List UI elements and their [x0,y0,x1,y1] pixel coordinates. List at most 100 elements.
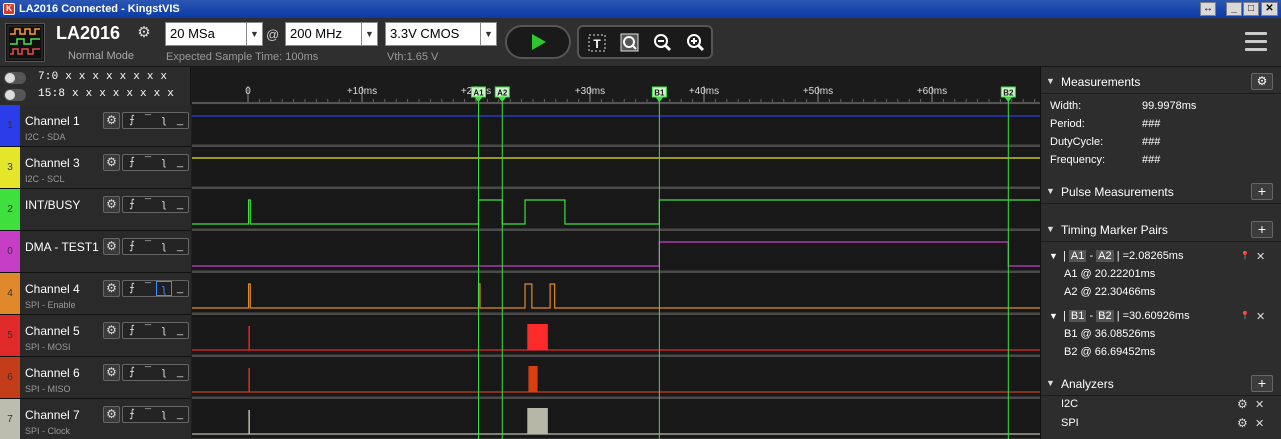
rising-edge-trigger-icon[interactable]: ⨍ [124,407,140,422]
high-level-trigger-icon[interactable]: ¯ [140,407,156,422]
channel-row[interactable]: 6 Channel 6 SPI - MISO ⚙ ⨍ ¯ ʅ _ [0,357,191,399]
low-level-trigger-icon[interactable]: _ [172,407,188,422]
rising-edge-trigger-icon[interactable]: ⨍ [124,239,140,254]
channel-color-tab[interactable]: 5 [0,315,20,356]
low-level-trigger-icon[interactable]: _ [172,155,188,170]
channel-settings-gear-icon[interactable]: ⚙ [103,322,120,339]
measurements-gear-icon[interactable]: ⚙ [1251,73,1273,90]
channel-settings-gear-icon[interactable]: ⚙ [103,154,120,171]
falling-edge-trigger-icon[interactable]: ʅ [156,365,172,380]
bus-toggle[interactable] [4,72,26,84]
marker-pair-row[interactable]: ▼ | B1 - B2 | =30.60926ms 📍 ✕ [1049,309,1279,327]
channel-settings-gear-icon[interactable]: ⚙ [103,196,120,213]
sample-rate-select[interactable]: 200 MHz ▼ [285,22,378,46]
pin-icon[interactable]: 📍 [1240,251,1250,260]
channel-name[interactable]: Channel 4 [25,282,80,296]
marker-pair-row[interactable]: ▼ | A1 - A2 | =2.08265ms 📍 ✕ [1049,249,1279,267]
remove-pair-icon[interactable]: ✕ [1256,250,1265,263]
waveform-area[interactable]: 0+10ms+20ms+30ms+40ms+50ms+60msA1A2B1B2 [192,67,1040,439]
falling-edge-trigger-icon[interactable]: ʅ [156,323,172,338]
start-button[interactable] [505,25,571,59]
high-level-trigger-icon[interactable]: ¯ [140,155,156,170]
high-level-trigger-icon[interactable]: ¯ [140,239,156,254]
falling-edge-trigger-icon[interactable]: ʅ [156,113,172,128]
low-level-trigger-icon[interactable]: _ [172,113,188,128]
falling-edge-trigger-icon[interactable]: ʅ [156,407,172,422]
low-level-trigger-icon[interactable]: _ [172,239,188,254]
collapse-triangle-icon[interactable]: ▼ [1049,251,1058,261]
measurements-header[interactable]: ▼ Measurements ⚙ [1041,70,1281,94]
analyzer-settings-gear-icon[interactable]: ⚙ [1237,397,1248,411]
channel-row[interactable]: 2 INT/BUSY ⚙ ⨍ ¯ ʅ _ [0,189,191,231]
channel-color-tab[interactable]: 4 [0,273,20,314]
threshold-select[interactable]: 3.3V CMOS ▼ [385,22,497,46]
high-level-trigger-icon[interactable]: ¯ [140,113,156,128]
add-pulse-button[interactable]: + [1251,183,1273,200]
channel-name[interactable]: Channel 3 [25,156,80,170]
falling-edge-trigger-icon[interactable]: ʅ [156,197,172,212]
channel-name[interactable]: INT/BUSY [25,198,80,212]
add-analyzer-button[interactable]: + [1251,375,1273,392]
minimize-button[interactable]: _ [1226,2,1242,16]
zoom-fit-icon[interactable] [617,31,643,55]
analyzer-name[interactable]: I2C [1061,398,1078,410]
channel-name[interactable]: Channel 7 [25,408,80,422]
rising-edge-trigger-icon[interactable]: ⨍ [124,365,140,380]
channel-settings-gear-icon[interactable]: ⚙ [103,112,120,129]
rising-edge-trigger-icon[interactable]: ⨍ [124,323,140,338]
channel-row[interactable]: 4 Channel 4 SPI - Enable ⚙ ⨍ ¯ ʅ _ [0,273,191,315]
zoom-in-icon[interactable] [683,31,709,55]
channel-row[interactable]: 1 Channel 1 I2C - SDA ⚙ ⨍ ¯ ʅ _ [0,105,191,147]
timing-marker-pairs-header[interactable]: ▼ Timing Marker Pairs + [1041,218,1281,242]
rising-edge-trigger-icon[interactable]: ⨍ [124,197,140,212]
remove-analyzer-icon[interactable]: ✕ [1255,417,1264,430]
collapse-triangle-icon[interactable]: ▼ [1049,311,1058,321]
rising-edge-trigger-icon[interactable]: ⨍ [124,113,140,128]
analyzer-name[interactable]: SPI [1061,417,1079,429]
channel-row[interactable]: 7 Channel 7 SPI - Clock ⚙ ⨍ ¯ ʅ _ [0,399,191,439]
channel-settings-gear-icon[interactable]: ⚙ [103,406,120,423]
channel-name[interactable]: Channel 5 [25,324,80,338]
channel-color-tab[interactable]: 2 [0,189,20,230]
sample-depth-select[interactable]: 20 MSa ▼ [165,22,263,46]
channel-color-tab[interactable]: 6 [0,357,20,398]
bus-toggle[interactable] [4,89,26,101]
zoom-out-icon[interactable] [650,31,676,55]
close-button[interactable]: ✕ [1261,2,1278,16]
channel-color-tab[interactable]: 3 [0,147,20,188]
channel-name[interactable]: Channel 1 [25,114,80,128]
analyzers-header[interactable]: ▼ Analyzers + [1041,372,1281,396]
falling-edge-trigger-icon[interactable]: ʅ [156,155,172,170]
low-level-trigger-icon[interactable]: _ [172,197,188,212]
pin-icon[interactable]: 📍 [1240,311,1250,320]
channel-color-tab[interactable]: 1 [0,105,20,146]
channel-color-tab[interactable]: 7 [0,399,20,439]
channel-color-tab[interactable]: 0 [0,231,20,272]
low-level-trigger-icon[interactable]: _ [172,323,188,338]
channel-settings-gear-icon[interactable]: ⚙ [103,280,120,297]
rising-edge-trigger-icon[interactable]: ⨍ [124,281,140,296]
channel-row[interactable]: 0 DMA - TEST1 ⚙ ⨍ ¯ ʅ _ [0,231,191,273]
high-level-trigger-icon[interactable]: ¯ [140,281,156,296]
channel-name[interactable]: Channel 6 [25,366,80,380]
falling-edge-trigger-icon[interactable]: ʅ [156,239,172,254]
rising-edge-trigger-icon[interactable]: ⨍ [124,155,140,170]
channel-settings-gear-icon[interactable]: ⚙ [103,364,120,381]
analyzer-settings-gear-icon[interactable]: ⚙ [1237,416,1248,430]
device-logo-icon[interactable] [5,23,45,62]
text-annotation-icon[interactable]: T [584,31,610,55]
channel-row[interactable]: 5 Channel 5 SPI - MOSI ⚙ ⨍ ¯ ʅ _ [0,315,191,357]
falling-edge-trigger-icon[interactable]: ʅ [156,281,172,296]
pulse-measurements-header[interactable]: ▼ Pulse Measurements + [1041,180,1281,204]
low-level-trigger-icon[interactable]: _ [172,281,188,296]
menu-icon[interactable] [1245,32,1267,52]
device-settings-gear-icon[interactable]: ⚙ [133,22,155,44]
channel-name[interactable]: DMA - TEST1 [25,240,99,254]
high-level-trigger-icon[interactable]: ¯ [140,197,156,212]
restore-button[interactable]: ↔ [1200,2,1216,16]
add-marker-pair-button[interactable]: + [1251,221,1273,238]
channel-row[interactable]: 3 Channel 3 I2C - SCL ⚙ ⨍ ¯ ʅ _ [0,147,191,189]
high-level-trigger-icon[interactable]: ¯ [140,365,156,380]
remove-analyzer-icon[interactable]: ✕ [1255,398,1264,411]
low-level-trigger-icon[interactable]: _ [172,365,188,380]
